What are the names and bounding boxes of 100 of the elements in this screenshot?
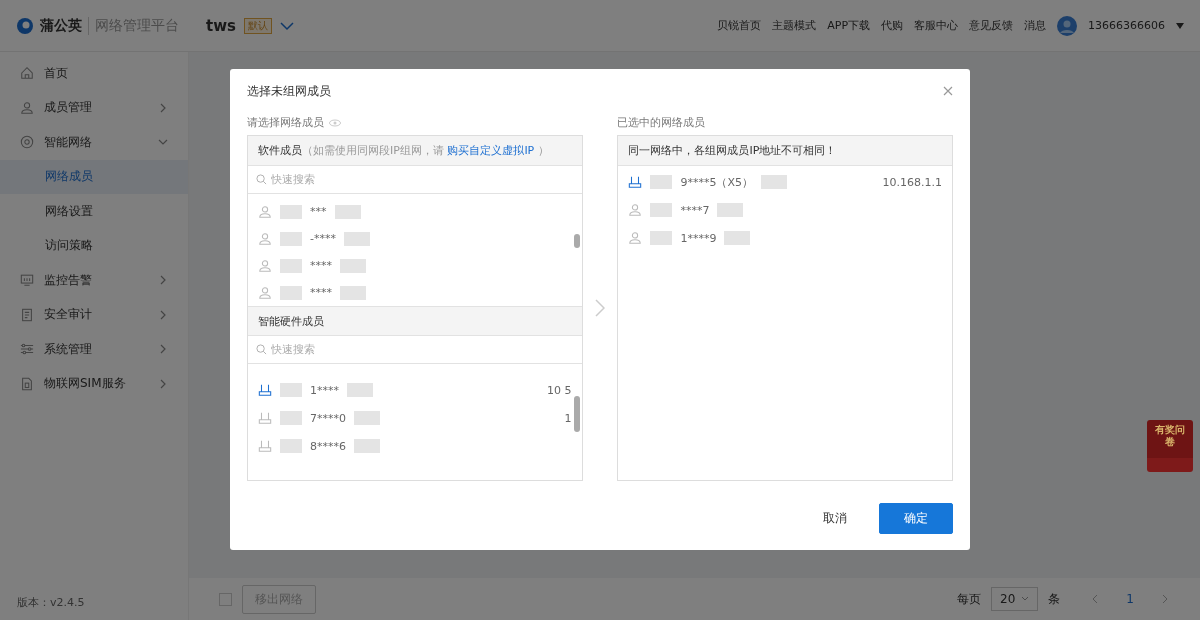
router-icon [258,411,272,425]
member-name: 1**** [310,383,339,397]
chevron-right-icon[interactable] [595,299,605,317]
caret-icon[interactable] [1021,596,1030,602]
member-row[interactable]: **** [248,252,582,279]
unit-label: 条 [1048,590,1061,608]
router-icon [628,175,643,189]
blurred-mark [344,231,370,246]
member-row[interactable]: -**** [248,225,582,252]
sidebar-subitem[interactable]: 网络设置 [0,194,188,229]
header-link[interactable]: 意见反馈 [969,18,1013,33]
user-icon [258,285,272,300]
router-icon [258,383,272,397]
sidebar-item[interactable]: 监控告警 [0,263,188,298]
next-icon[interactable] [1160,594,1170,604]
panel-label: 已选中的网络成员 [617,115,707,130]
user-icon [258,204,272,219]
member-name: **** [310,259,332,272]
panel-label: 请选择网络成员 [247,115,324,130]
header-link[interactable]: 代购 [881,18,903,33]
eye-icon[interactable] [329,118,341,127]
member-row[interactable]: ****7 [618,196,952,224]
version-text: 版本：v2.4.5 [16,595,86,611]
logo-icon [16,16,34,35]
blurred-mark [280,439,302,453]
member-name: ****7 [680,203,710,217]
close-icon[interactable] [943,86,953,96]
member-name: **** [310,286,332,299]
blurred-mark [334,204,361,219]
brand-name: 蒲公英 [40,16,82,35]
search-icon [256,174,267,185]
header-link[interactable]: 贝锐首页 [717,18,762,33]
member-row[interactable]: 1**** 10 5 [248,376,582,404]
member-row[interactable]: *** [248,198,582,225]
blurred-mark [280,285,302,300]
blurred-mark [761,175,787,189]
sidebar-item[interactable]: 成员管理 [0,90,188,125]
section-title: 软件成员 [258,143,302,158]
member-name: 7****0 [310,411,346,425]
blurred-mark [650,231,673,245]
caret-icon[interactable] [1176,22,1184,29]
member-name: 9****5（X5） [680,174,753,190]
search-field[interactable]: 快速搜索 [271,173,331,186]
notice-text: 同一网络中，各组网成员IP地址不可相同！ [628,143,837,158]
monitor-icon [20,273,34,288]
select-all-checkbox[interactable] [219,592,232,606]
sidebar-subitem[interactable]: 网络成员 [0,159,188,194]
dialog-title: 选择未组网成员 [247,82,331,100]
blurred-mark [280,204,302,219]
page-size-select[interactable]: 20 [991,587,1039,611]
member-row[interactable]: 8****6 [248,432,582,460]
blurred-mark [347,383,373,397]
network-name[interactable]: tws [206,16,236,35]
confirm-button[interactable]: 确定 [879,503,953,534]
member-row[interactable]: 1****9 [618,224,952,252]
member-name: 8****6 [310,439,346,453]
sidebar-subitem[interactable]: 访问策略 [0,228,188,263]
blurred-mark [650,203,673,217]
sim-icon [20,376,34,391]
blurred-mark [724,231,751,245]
sidebar-item[interactable]: 安全审计 [0,297,188,332]
member-name: *** [310,205,327,218]
header-link[interactable]: 主题模式 [772,18,817,33]
chevron-icon[interactable] [279,20,294,31]
user-icon [20,100,34,115]
chevron-icon [158,275,168,286]
member-ip: 10 5 [547,383,572,397]
blurred-mark [280,383,302,397]
search-field[interactable]: 快速搜索 [271,343,331,356]
default-badge: 默认 [243,17,272,34]
blurred-mark [650,175,673,189]
survey-badge[interactable]: 有奖问卷 [1147,420,1193,472]
member-row[interactable]: 9****5（X5） 10.168.1.1 [618,168,952,196]
user-phone[interactable]: 13666366606 [1088,19,1165,32]
blurred-mark [280,231,302,246]
sidebar-item[interactable]: 首页 [0,56,188,91]
member-ip: 1 [564,411,572,425]
header-link[interactable]: APP下载 [827,18,870,33]
member-ip: 10.168.1.1 [882,175,942,189]
header-link[interactable]: 客服中心 [914,18,958,33]
scrollbar-thumb[interactable] [573,234,580,248]
member-row[interactable]: **** [248,279,582,306]
section-title: 智能硬件成员 [258,313,324,329]
sidebar-item[interactable]: 智能网络 [0,125,188,160]
member-row[interactable]: 7****0 1 [248,404,582,432]
buy-ip-link[interactable]: 购买自定义虚拟IP [447,144,535,157]
blurred-mark [280,258,302,273]
chevron-icon [158,344,168,355]
sidebar-item[interactable]: 物联网SIM服务 [0,366,188,401]
member-name: -**** [310,232,336,245]
page-number[interactable]: 1 [1126,592,1134,606]
sidebar-item[interactable]: 系统管理 [0,332,188,367]
avatar-icon[interactable] [1057,15,1077,36]
user-icon [628,203,643,217]
scrollbar-thumb[interactable] [573,396,580,432]
user-icon [628,231,643,245]
blurred-mark [280,411,302,425]
blurred-mark [340,258,366,273]
blurred-mark [717,203,744,217]
header-link[interactable]: 消息 [1024,18,1046,33]
